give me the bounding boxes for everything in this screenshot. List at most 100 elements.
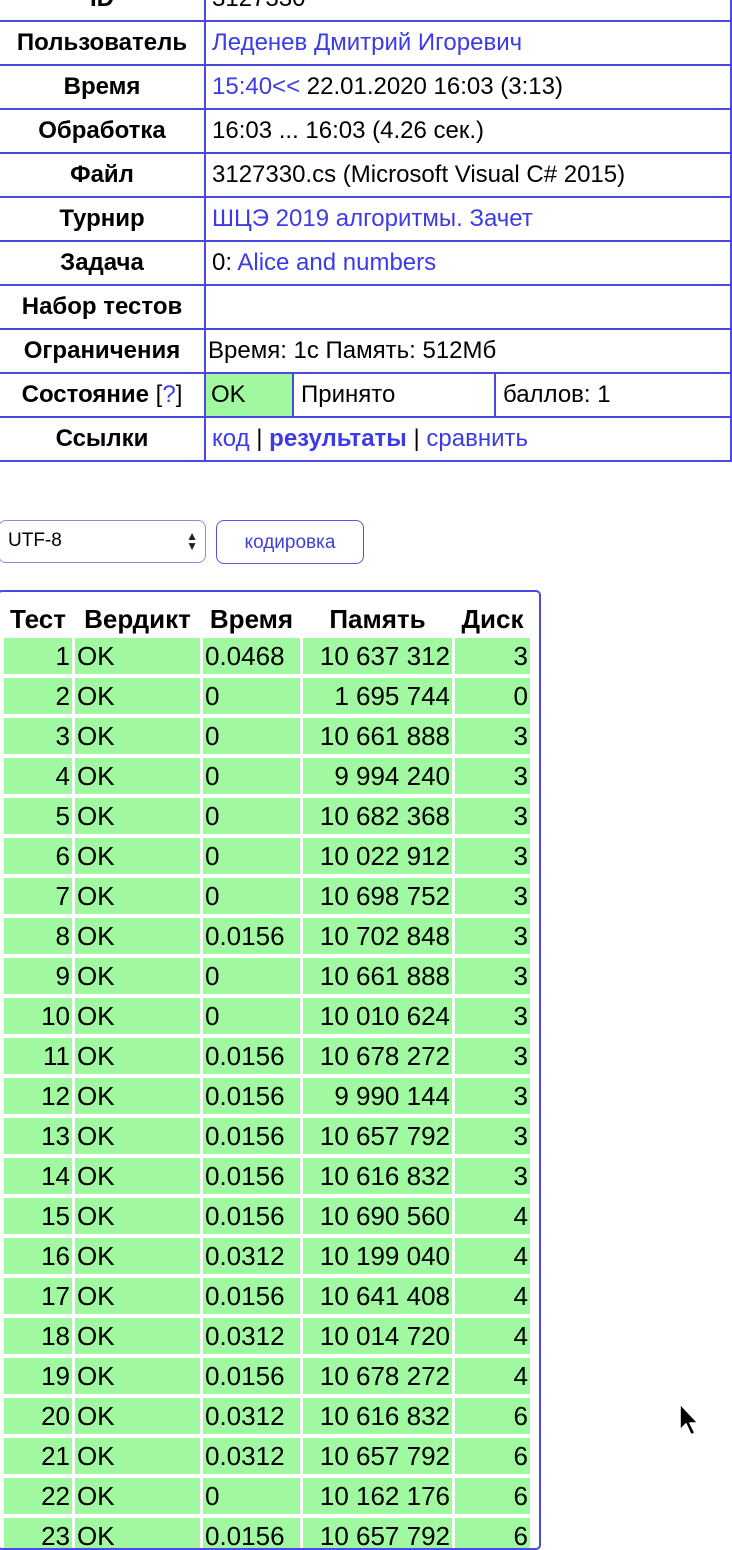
header-memory: Память [329,604,426,634]
time-value: 22.01.2020 16:03 (3:13) [300,73,563,100]
table-row: 21 OK 0.0312 10 657 792 6 [4,1438,530,1474]
verdict: OK [75,798,200,834]
time-value: 0.0156 [203,1358,300,1394]
verdict: OK [75,1438,200,1474]
testset-value [204,284,732,330]
info-row-file: Файл 3127330.cs (Microsoft Visual C# 201… [0,152,732,198]
results-link[interactable]: результаты [269,425,407,452]
table-row: 18 OK 0.0312 10 014 720 4 [4,1318,530,1354]
table-row: 15 OK 0.0156 10 690 560 4 [4,1198,530,1234]
results-panel: Тест Вердикт Время Память Диск 1 OK 0.0468… [0,590,541,1550]
memory-value: 10 678 272 [303,1038,452,1074]
processing-value: 16:03 ... 16:03 (4.26 сек.) [204,108,732,154]
test-number: 16 [4,1238,72,1274]
disk-value: 0 [455,678,530,714]
limits-label: Ограничения [0,328,206,374]
time-value: 0 [203,958,300,994]
limits-value: Время: 1с Память: 512Мб [204,328,732,374]
file-value: 3127330.cs (Microsoft Visual C# 2015) [204,152,732,198]
state-text: Принято [292,374,495,416]
links-separator: | [406,425,427,452]
table-row: 17 OK 0.0156 10 641 408 4 [4,1278,530,1314]
test-number: 22 [4,1478,72,1514]
time-label: Время [0,64,206,110]
state-cell: OK Принято баллов: 1 [204,372,732,418]
verdict: OK [75,958,200,994]
table-row: 16 OK 0.0312 10 199 040 4 [4,1238,530,1274]
encoding-select[interactable]: UTF-8 ▲ ▼ [0,520,206,563]
table-row: 1 OK 0.0468 10 637 312 3 [4,638,530,674]
verdict: OK [75,1398,200,1434]
state-score: баллов: 1 [494,374,730,416]
disk-value: 3 [455,1118,530,1154]
verdict: OK [75,918,200,954]
testset-label: Набор тестов [0,284,206,330]
disk-value: 3 [455,918,530,954]
state-label-cell: Состояние [?] [0,372,206,418]
encoding-button[interactable]: кодировка [216,520,364,564]
user-link[interactable]: Леденев Дмитрий Игоревич [212,29,522,56]
state-code: OK [206,374,293,416]
test-number: 20 [4,1398,72,1434]
disk-value: 4 [455,1198,530,1234]
verdict: OK [75,1118,200,1154]
disk-value: 3 [455,798,530,834]
disk-value: 3 [455,1038,530,1074]
encoding-selected-value: UTF-8 [8,530,62,551]
links-label: Ссылки [0,416,206,462]
test-number: 19 [4,1358,72,1394]
prev-time-link[interactable]: 15:40<< [212,73,300,100]
table-row: 22 OK 0 10 162 176 6 [4,1478,530,1514]
compare-link[interactable]: сравнить [426,425,528,452]
verdict: OK [75,1478,200,1514]
verdict: OK [75,878,200,914]
test-number: 11 [4,1038,72,1074]
memory-value: 10 661 888 [303,718,452,754]
info-row-links: Ссылки код | результаты | сравнить [0,416,732,462]
time-value: 0 [203,758,300,794]
mouse-pointer-icon [679,1403,699,1436]
disk-value: 4 [455,1358,530,1394]
time-value: 0.0312 [203,1398,300,1434]
time-value: 0 [203,678,300,714]
disk-value: 6 [455,1398,530,1434]
test-number: 8 [4,918,72,954]
test-number: 3 [4,718,72,754]
code-link[interactable]: код [212,425,250,452]
table-row: 10 OK 0 10 010 624 3 [4,998,530,1034]
test-number: 2 [4,678,72,714]
memory-value: 10 010 624 [303,998,452,1034]
results-header-row: Тест Вердикт Время Память Диск [4,596,530,634]
verdict: OK [75,1038,200,1074]
time-value: 0 [203,1478,300,1514]
table-row: 23 OK 0.0156 10 657 792 6 [4,1518,530,1548]
memory-value: 9 990 144 [303,1078,452,1114]
table-row: 13 OK 0.0156 10 657 792 3 [4,1118,530,1154]
user-label: Пользователь [0,20,206,66]
disk-value: 6 [455,1438,530,1474]
memory-value: 10 641 408 [303,1278,452,1314]
memory-value: 10 616 832 [303,1398,452,1434]
time-value: 0.0312 [203,1238,300,1274]
disk-value: 6 [455,1478,530,1514]
verdict: OK [75,1078,200,1114]
table-row: 12 OK 0.0156 9 990 144 3 [4,1078,530,1114]
time-value: 0.0312 [203,1438,300,1474]
info-row-processing: Обработка 16:03 ... 16:03 (4.26 сек.) [0,108,732,154]
time-value: 0.0156 [203,1278,300,1314]
tournament-link[interactable]: ШЦЭ 2019 алгоритмы. Зачет [212,205,533,232]
disk-value: 3 [455,958,530,994]
verdict: OK [75,1198,200,1234]
info-row-testset: Набор тестов [0,284,732,330]
memory-value: 10 682 368 [303,798,452,834]
test-number: 23 [4,1518,72,1548]
test-number: 7 [4,878,72,914]
disk-value: 3 [455,838,530,874]
verdict: OK [75,1238,200,1274]
test-number: 4 [4,758,72,794]
test-number: 21 [4,1438,72,1474]
problem-link[interactable]: Alice and numbers [237,249,436,276]
state-help-link[interactable]: ? [162,381,175,408]
disk-value: 3 [455,758,530,794]
time-value: 0.0156 [203,1118,300,1154]
